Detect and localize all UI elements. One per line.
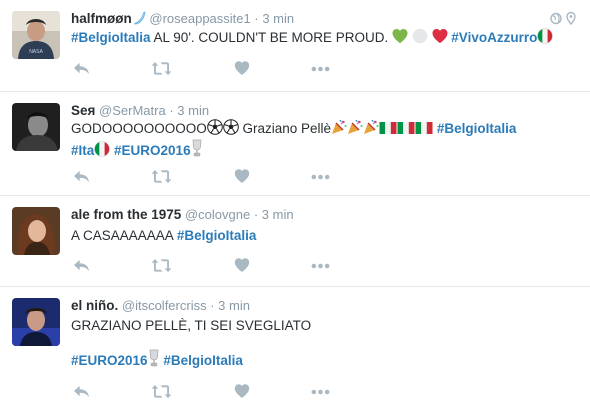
hashtag-link[interactable]: #Ita bbox=[71, 143, 94, 158]
reply-icon[interactable] bbox=[72, 169, 91, 184]
location-pin-icon bbox=[566, 11, 576, 25]
tweet-geo-icons bbox=[550, 11, 578, 25]
timestamp[interactable]: 3 min bbox=[262, 207, 294, 222]
tweet[interactable]: ale from the 1975 @colovgne · 3 min A CA… bbox=[0, 196, 590, 287]
reply-icon[interactable] bbox=[72, 258, 91, 273]
display-name[interactable]: el niño. bbox=[71, 298, 118, 313]
user-handle[interactable]: @roseappassite1 bbox=[149, 11, 250, 26]
retweet-icon[interactable] bbox=[151, 258, 172, 273]
tweet-timeline: NASA halfmøøn @roseappassite1 · 3 min #B… bbox=[0, 0, 590, 411]
hashtag-link[interactable]: #EURO2016 bbox=[71, 353, 148, 368]
user-handle[interactable]: @colovgne bbox=[185, 207, 250, 222]
party-popper-emoji-icon bbox=[331, 119, 347, 135]
tweet-actions bbox=[71, 257, 351, 275]
tweet-header: ale from the 1975 @colovgne · 3 min bbox=[71, 206, 294, 224]
hashtag-link[interactable]: #BelgioItalia bbox=[71, 30, 151, 45]
trophy-emoji-icon bbox=[148, 349, 160, 367]
tweet-text: A CASAAAAAAA #BelgioItalia bbox=[71, 226, 256, 246]
tweet[interactable]: el niño. @itscolfercriss · 3 min GRAZIAN… bbox=[0, 287, 590, 411]
separator-dot: · bbox=[169, 103, 174, 118]
like-icon[interactable] bbox=[234, 168, 250, 184]
retweet-icon[interactable] bbox=[151, 384, 172, 399]
avatar[interactable] bbox=[12, 298, 60, 346]
green-heart-emoji-icon bbox=[392, 28, 408, 44]
display-name[interactable]: halfmøøn bbox=[71, 11, 132, 26]
retweet-icon[interactable] bbox=[151, 169, 172, 184]
user-handle[interactable]: @SerMatra bbox=[99, 103, 166, 118]
tweet-header: el niño. @itscolfercriss · 3 min bbox=[71, 297, 250, 315]
hashtag-link[interactable]: #BelgioItalia bbox=[177, 228, 257, 243]
separator-dot: · bbox=[254, 11, 259, 26]
tweet-text-fragment: AL 90'. COULDN'T BE MORE PROUD. bbox=[150, 30, 392, 45]
red-heart-emoji-icon bbox=[432, 28, 448, 44]
like-icon[interactable] bbox=[234, 257, 250, 273]
tweet-actions bbox=[71, 383, 351, 401]
italy-flag-emoji-icon bbox=[415, 121, 433, 135]
reply-icon[interactable] bbox=[72, 384, 91, 399]
soccer-ball-emoji-icon bbox=[223, 119, 239, 135]
tweet-actions bbox=[71, 60, 351, 78]
separator-dot: · bbox=[253, 207, 259, 222]
separator-dot: · bbox=[210, 298, 215, 313]
timestamp[interactable]: 3 min bbox=[177, 103, 209, 118]
more-icon[interactable] bbox=[311, 66, 330, 72]
display-name[interactable]: ale from the 1975 bbox=[71, 207, 181, 222]
svg-text:NASA: NASA bbox=[29, 49, 43, 55]
tweet-text: #EURO2016 #BelgioItalia bbox=[71, 349, 243, 371]
tweet[interactable]: Sея @SerMatra · 3 min GODOOOOOOOOOO Graz… bbox=[0, 92, 590, 196]
italy-flag-emoji-icon bbox=[379, 121, 397, 135]
like-icon[interactable] bbox=[234, 383, 250, 399]
tweet-header: halfmøøn @roseappassite1 · 3 min bbox=[71, 10, 294, 28]
hashtag-link[interactable]: #BelgioItalia bbox=[437, 121, 517, 136]
timestamp[interactable]: 3 min bbox=[262, 11, 294, 26]
italy-flag-emoji-icon bbox=[94, 141, 110, 157]
more-icon[interactable] bbox=[311, 389, 330, 395]
avatar[interactable] bbox=[12, 103, 60, 151]
party-popper-emoji-icon bbox=[347, 119, 363, 135]
retweet-icon[interactable] bbox=[151, 61, 172, 76]
globe-icon bbox=[550, 12, 562, 25]
user-handle[interactable]: @itscolfercriss bbox=[122, 298, 207, 313]
italy-flag-emoji-icon bbox=[397, 121, 415, 135]
party-popper-emoji-icon bbox=[363, 119, 379, 135]
timestamp[interactable]: 3 min bbox=[218, 298, 250, 313]
tweet-text-fragment: GODOOOOOOOOOO bbox=[71, 121, 207, 136]
white-circle-emoji-icon bbox=[412, 28, 428, 44]
avatar[interactable]: NASA bbox=[12, 11, 60, 59]
tweet-text: GODOOOOOOOOOO Graziano Pellè #BelgioItal… bbox=[71, 119, 516, 139]
like-icon[interactable] bbox=[234, 60, 250, 76]
reply-icon[interactable] bbox=[72, 61, 91, 76]
avatar[interactable] bbox=[12, 207, 60, 255]
more-icon[interactable] bbox=[311, 174, 330, 180]
hashtag-link[interactable]: #BelgioItalia bbox=[163, 353, 243, 368]
tweet-text-fragment: Graziano Pellè bbox=[238, 121, 332, 136]
italy-flag-emoji-icon bbox=[537, 28, 553, 44]
trophy-emoji-icon bbox=[191, 139, 203, 157]
tweet-text: #BelgioItalia AL 90'. COULDN'T BE MORE P… bbox=[71, 28, 553, 48]
tweet-text: GRAZIANO PELLÈ, TI SEI SVEGLIATO bbox=[71, 316, 311, 336]
tweet-actions bbox=[71, 168, 351, 186]
display-name[interactable]: Sея bbox=[71, 103, 95, 118]
tweet-text-fragment: GRAZIANO PELLÈ, TI SEI SVEGLIATO bbox=[71, 318, 312, 333]
more-icon[interactable] bbox=[311, 263, 330, 269]
hashtag-link[interactable]: #EURO2016 bbox=[114, 143, 191, 158]
hashtag-link[interactable]: #VivoAzzurro bbox=[451, 30, 537, 45]
tweet[interactable]: NASA halfmøøn @roseappassite1 · 3 min #B… bbox=[0, 0, 590, 92]
tweet-text-fragment: A CASAAAAAAA bbox=[71, 228, 177, 243]
tweet-text: #Ita #EURO2016 bbox=[71, 139, 203, 161]
soccer-ball-emoji-icon bbox=[207, 119, 223, 135]
moon-emoji-icon bbox=[132, 11, 146, 25]
tweet-header: Sея @SerMatra · 3 min bbox=[71, 102, 209, 120]
